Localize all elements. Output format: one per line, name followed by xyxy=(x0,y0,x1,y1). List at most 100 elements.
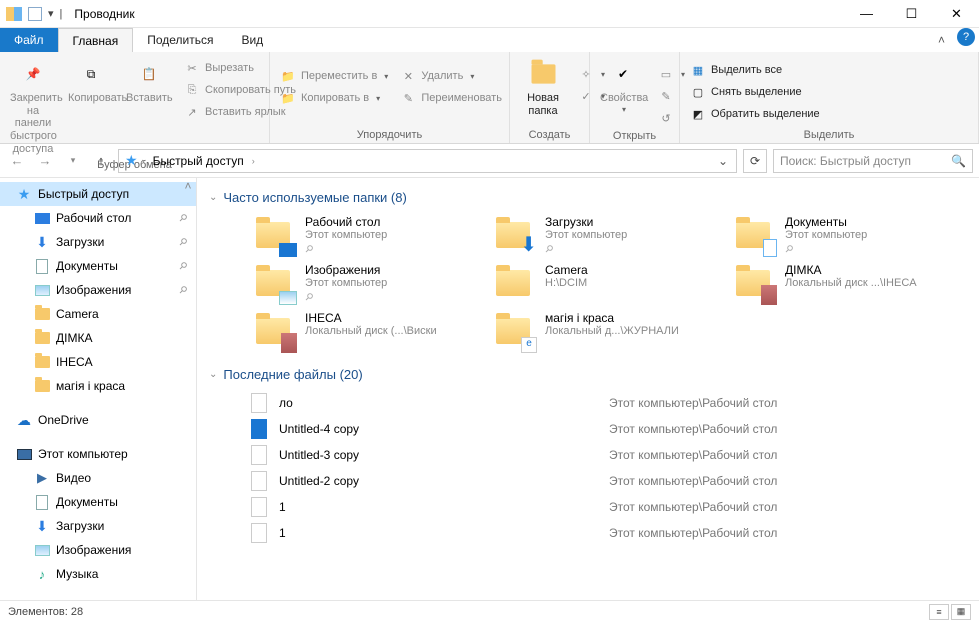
minimize-button[interactable]: — xyxy=(844,0,889,28)
view-large-button[interactable]: ▦ xyxy=(951,604,971,620)
file-name: 1 xyxy=(279,500,599,514)
view-details-button[interactable]: ≡ xyxy=(929,604,949,620)
folder-name: IHECA xyxy=(305,311,437,325)
tab-home[interactable]: Главная xyxy=(58,28,134,52)
file-row[interactable]: Untitled-4 copyЭтот компьютер\Рабочий ст… xyxy=(249,416,967,442)
folder-card[interactable]: eмагія і красаЛокальный д...\ЖУРНАЛИ xyxy=(489,309,719,353)
folder-icon xyxy=(34,354,50,370)
nav-magia[interactable]: магія і краса xyxy=(0,374,196,398)
documents-icon xyxy=(34,258,50,274)
nav-pc-pictures[interactable]: Изображения xyxy=(0,538,196,562)
maximize-button[interactable]: ☐ xyxy=(889,0,934,28)
breadcrumb[interactable]: Быстрый доступ› xyxy=(149,154,259,168)
folder-icon xyxy=(251,263,295,303)
folder-card[interactable]: CameraH:\DCIM xyxy=(489,261,719,305)
scroll-up-icon[interactable]: ˄ xyxy=(180,178,196,194)
music-icon: ♪ xyxy=(34,566,50,582)
nav-onedrive[interactable]: ☁OneDrive xyxy=(0,408,196,432)
move-to-button[interactable]: 📁Переместить в▾ xyxy=(276,66,392,86)
address-dropdown-icon[interactable]: ⌄ xyxy=(712,154,734,168)
nav-camera[interactable]: Camera xyxy=(0,302,196,326)
refresh-button[interactable]: ⟳ xyxy=(743,149,767,173)
tab-view[interactable]: Вид xyxy=(227,28,277,52)
close-button[interactable]: ✕ xyxy=(934,0,979,28)
folder-card[interactable]: Рабочий столЭтот компьютер⚲ xyxy=(249,213,479,257)
folder-card[interactable]: ДІМКАЛокальный диск ...\IHECA xyxy=(729,261,959,305)
file-row[interactable]: лоЭтот компьютер\Рабочий стол xyxy=(249,390,967,416)
forward-button[interactable]: → xyxy=(34,150,56,172)
tab-file[interactable]: Файл xyxy=(0,28,58,52)
content-pane[interactable]: ⌄ Часто используемые папки (8) Рабочий с… xyxy=(197,178,979,600)
search-input[interactable]: Поиск: Быстрый доступ 🔍 xyxy=(773,149,973,173)
nav-desktop[interactable]: Рабочий стол⚲ xyxy=(0,206,196,230)
up-button[interactable]: ↑ xyxy=(90,150,112,172)
paste-button[interactable]: 📋 Вставить xyxy=(122,56,176,107)
recent-files-header[interactable]: ⌄ Последние файлы (20) xyxy=(209,367,967,382)
select-none-button[interactable]: ▢Снять выделение xyxy=(686,82,824,102)
qat-item[interactable] xyxy=(28,7,42,21)
file-row[interactable]: Untitled-3 copyЭтот компьютер\Рабочий ст… xyxy=(249,442,967,468)
recent-locations-button[interactable]: ▾ xyxy=(62,150,84,172)
address-bar[interactable]: ★› Быстрый доступ› ⌄ xyxy=(118,149,737,173)
qat-dropdown-icon[interactable]: ▾ xyxy=(48,7,54,20)
folder-icon xyxy=(731,263,775,303)
nav-dimka[interactable]: ДІМКА xyxy=(0,326,196,350)
file-row[interactable]: 1Этот компьютер\Рабочий стол xyxy=(249,520,967,546)
nav-downloads[interactable]: ⬇Загрузки⚲ xyxy=(0,230,196,254)
invert-selection-button[interactable]: ◩Обратить выделение xyxy=(686,104,824,124)
folder-name: ДІМКА xyxy=(785,263,917,277)
folder-card[interactable]: ⬇ЗагрузкиЭтот компьютер⚲ xyxy=(489,213,719,257)
folder-card[interactable]: ДокументыЭтот компьютер⚲ xyxy=(729,213,959,257)
copy-button[interactable]: ⧉ Копировать xyxy=(64,56,118,107)
folder-icon xyxy=(251,215,295,255)
app-icon xyxy=(6,7,22,21)
copyto-icon: 📁 xyxy=(280,90,296,106)
ribbon: 📌 Закрепить на панели быстрого доступа ⧉… xyxy=(0,52,979,144)
ribbon-collapse-icon[interactable]: ˄ xyxy=(930,28,953,52)
rename-button[interactable]: ✎Переименовать xyxy=(396,88,506,108)
back-button[interactable]: ← xyxy=(6,150,28,172)
new-folder-button[interactable]: Новая папка xyxy=(516,56,570,119)
downloads-icon: ⬇ xyxy=(34,234,50,250)
copy-to-button[interactable]: 📁Копировать в▾ xyxy=(276,88,392,108)
select-all-button[interactable]: ▦Выделить все xyxy=(686,60,824,80)
nav-videos[interactable]: ▶Видео xyxy=(0,466,196,490)
nav-pc-downloads[interactable]: ⬇Загрузки xyxy=(0,514,196,538)
folder-path: Локальный д...\ЖУРНАЛИ xyxy=(545,325,679,337)
nav-pc-documents[interactable]: Документы xyxy=(0,490,196,514)
pin-quick-access-button[interactable]: 📌 Закрепить на панели быстрого доступа xyxy=(6,56,60,157)
nav-quick-access[interactable]: ★ Быстрый доступ xyxy=(0,182,196,206)
nav-this-pc[interactable]: Этот компьютер xyxy=(0,442,196,466)
folder-name: Изображения xyxy=(305,263,387,277)
nav-documents[interactable]: Документы⚲ xyxy=(0,254,196,278)
properties-button[interactable]: ✔︎ Свойства ▾ xyxy=(596,56,650,116)
nav-music[interactable]: ♪Музыка xyxy=(0,562,196,586)
delete-button[interactable]: ✕Удалить▾ xyxy=(396,66,506,86)
move-icon: 📁 xyxy=(280,68,296,84)
file-icon xyxy=(249,445,269,465)
nav-pictures[interactable]: Изображения⚲ xyxy=(0,278,196,302)
navigation-bar: ← → ▾ ↑ ★› Быстрый доступ› ⌄ ⟳ Поиск: Бы… xyxy=(0,144,979,178)
ribbon-tabs: Файл Главная Поделиться Вид ˄ ? xyxy=(0,28,979,52)
status-bar: Элементов: 28 ≡ ▦ xyxy=(0,600,979,622)
frequent-folders-header[interactable]: ⌄ Часто используемые папки (8) xyxy=(209,190,967,205)
file-icon xyxy=(249,471,269,491)
collapse-icon[interactable]: ⌄ xyxy=(209,369,217,380)
file-name: ло xyxy=(279,396,599,410)
help-icon[interactable]: ? xyxy=(957,28,975,46)
file-row[interactable]: Untitled-2 copyЭтот компьютер\Рабочий ст… xyxy=(249,468,967,494)
folder-path: Локальный диск (...\Виски xyxy=(305,325,437,337)
nav-iheca[interactable]: IHECA xyxy=(0,350,196,374)
folder-path: Этот компьютер xyxy=(785,229,867,241)
address-root-icon[interactable]: ★› xyxy=(121,152,149,169)
collapse-icon[interactable]: ⌄ xyxy=(209,192,217,203)
navigation-pane[interactable]: ˄ ★ Быстрый доступ Рабочий стол⚲ ⬇Загруз… xyxy=(0,178,197,600)
folder-card[interactable]: IHECAЛокальный диск (...\Виски xyxy=(249,309,479,353)
folder-card[interactable]: ИзображенияЭтот компьютер⚲ xyxy=(249,261,479,305)
downloads-icon: ⬇ xyxy=(34,518,50,534)
file-row[interactable]: 1Этот компьютер\Рабочий стол xyxy=(249,494,967,520)
tab-share[interactable]: Поделиться xyxy=(133,28,227,52)
folder-name: Документы xyxy=(785,215,867,229)
group-new: Новая папка ✧▾ ✓▾ Создать xyxy=(510,52,590,143)
qat-separator: | xyxy=(60,8,63,20)
